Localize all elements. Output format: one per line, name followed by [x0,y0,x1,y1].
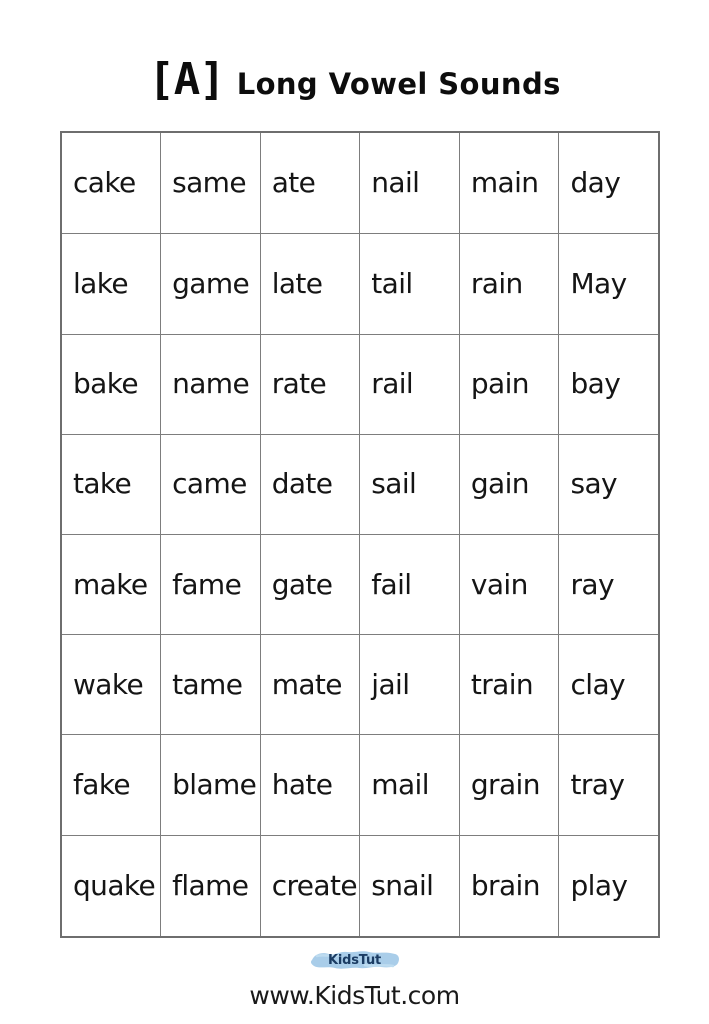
word-cell: vain [458,533,560,636]
word-cell: lake [60,233,162,335]
word-cell: main [458,131,560,235]
table-row: make fame gate fail vain ray [60,533,660,636]
word-cell: cake [60,131,162,235]
table-row: cake same ate nail main day [60,131,660,235]
word-cell: blame [160,734,261,836]
vowel-tag: [A] [148,54,225,105]
word-cell: nail [359,131,460,235]
footer: KidsTut www.KidsTut.com [0,946,709,1010]
word-cell: name [160,333,261,435]
kidstut-logo-text: KidsTut [327,953,382,968]
word-cell: fame [160,533,261,636]
title-heading: Long Vowel Sounds [236,67,561,101]
word-cell: take [60,433,162,535]
word-cell: mate [259,634,361,736]
word-cell: late [259,233,361,335]
word-cell: pain [458,333,560,435]
word-cell: jail [359,634,460,736]
table-row: quake flame create snail brain play [60,834,660,938]
word-cell: rail [359,333,460,435]
word-cell: flame [160,834,261,938]
table-row: wake tame mate jail train clay [60,634,660,736]
word-cell: tray [558,734,660,836]
word-cell: grain [458,734,560,836]
word-cell: gate [259,533,361,636]
kidstut-logo: KidsTut [309,946,401,976]
page-title: [A] Long Vowel Sounds [0,54,709,105]
word-cell: ate [259,131,361,235]
table-row: fake blame hate mail grain tray [60,734,660,836]
table-row: take came date sail gain say [60,433,660,535]
word-cell: snail [359,834,460,938]
table-row: bake name rate rail pain bay [60,333,660,435]
word-cell: say [558,433,660,535]
word-cell: day [558,131,660,235]
word-cell: rain [458,233,560,335]
word-cell: game [160,233,261,335]
word-cell: train [458,634,560,736]
site-url: www.KidsTut.com [249,981,460,1010]
word-cell: wake [60,634,162,736]
word-cell: ray [558,533,660,636]
word-cell: hate [259,734,361,836]
word-cell: sail [359,433,460,535]
word-table: cake same ate nail main day lake game la… [60,131,660,938]
word-cell: quake [60,834,162,938]
word-cell: create [259,834,361,938]
word-cell: May [558,233,660,335]
word-cell: bay [558,333,660,435]
word-cell: tail [359,233,460,335]
word-cell: same [160,131,261,235]
word-cell: clay [558,634,660,736]
word-cell: bake [60,333,162,435]
word-cell: date [259,433,361,535]
word-cell: gain [458,433,560,535]
word-table-container: cake same ate nail main day lake game la… [60,131,660,938]
word-cell: mail [359,734,460,836]
word-cell: play [558,834,660,938]
word-cell: came [160,433,261,535]
word-cell: fake [60,734,162,836]
word-table-body: cake same ate nail main day lake game la… [60,131,660,938]
worksheet-page: { "title": { "vowel_tag": "[A]", "headin… [0,0,709,1024]
word-cell: fail [359,533,460,636]
word-cell: tame [160,634,261,736]
word-cell: brain [458,834,560,938]
word-cell: make [60,533,162,636]
word-cell: rate [259,333,361,435]
table-row: lake game late tail rain May [60,233,660,335]
